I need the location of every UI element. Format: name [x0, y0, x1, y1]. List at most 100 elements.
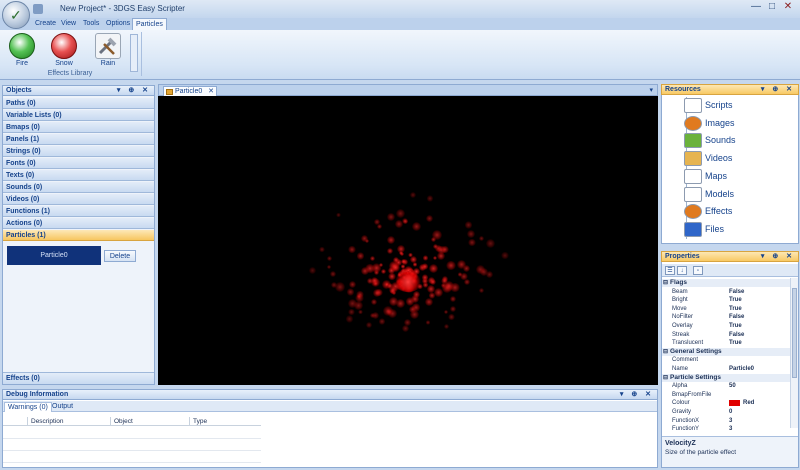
property-row[interactable]: Name Particle0 [662, 365, 790, 373]
particle-list-item[interactable]: Particle0 [7, 246, 101, 265]
property-value[interactable]: True [729, 296, 742, 304]
minimize-button[interactable]: — [748, 0, 764, 14]
particle-sprite [395, 219, 404, 228]
particle-sprite [422, 255, 429, 261]
category-texts[interactable]: Texts (0) [3, 170, 154, 181]
property-name: NoFilter [672, 314, 694, 321]
property-name: Bright [672, 297, 688, 304]
alphabetical-sort-icon[interactable]: ↓ [677, 266, 687, 275]
property-row[interactable]: Alpha 50 [662, 382, 790, 390]
property-pages-icon[interactable]: ▫ [693, 266, 703, 275]
colour-swatch[interactable] [729, 400, 740, 407]
property-row[interactable]: Streak False [662, 331, 790, 339]
scrollbar-thumb[interactable] [792, 288, 797, 378]
particle-sprite [357, 294, 362, 299]
property-value[interactable]: True [729, 339, 742, 347]
property-row[interactable]: Colour Red [662, 399, 790, 407]
particle-sprite [479, 287, 485, 293]
application-menu-button[interactable]: ✓ [2, 1, 30, 29]
collapse-icon[interactable]: ⊟ [663, 348, 668, 356]
particle-sprite [463, 265, 470, 272]
property-row[interactable]: Move True [662, 305, 790, 313]
property-row[interactable]: Comment [662, 356, 790, 364]
panel-window-buttons[interactable]: ▾ ⊕ ✕ [761, 252, 795, 262]
particle-sprite [429, 264, 439, 274]
category-fonts[interactable]: Fonts (0) [3, 158, 154, 169]
property-value[interactable]: 0 [729, 408, 732, 416]
property-value[interactable]: Particle0 [729, 365, 754, 373]
category-effects[interactable]: Effects (0) [3, 372, 154, 384]
category-particles[interactable]: Particles (1) [3, 230, 154, 241]
snow-button[interactable]: Snow [47, 33, 81, 69]
property-row[interactable]: Gravity 0 [662, 408, 790, 416]
table-grid-line [3, 462, 261, 463]
properties-scrollbar[interactable] [790, 278, 798, 428]
property-value[interactable]: 50 [729, 382, 736, 390]
panel-window-buttons[interactable]: ▾ ⊕ ✕ [761, 85, 795, 95]
particle-sprite [318, 246, 325, 253]
property-row[interactable]: Translucent True [662, 339, 790, 347]
collapse-icon[interactable]: ⊟ [663, 279, 668, 287]
category-variable-lists[interactable]: Variable Lists (0) [3, 110, 154, 121]
fire-button[interactable]: Fire [5, 33, 39, 69]
property-row[interactable]: NoFilter False [662, 313, 790, 321]
category-functions[interactable]: Functions (1) [3, 206, 154, 217]
property-row[interactable]: FunctionY 3 [662, 425, 790, 433]
collapse-icon[interactable]: ⊟ [663, 374, 668, 382]
property-value[interactable]: 3 [729, 425, 732, 433]
property-category[interactable]: ⊟ General Settings [662, 347, 790, 356]
close-window-button[interactable]: ✕ [780, 0, 796, 14]
column-object[interactable]: Object [110, 417, 188, 426]
property-value[interactable]: False [729, 288, 744, 296]
particle-sprite [405, 296, 415, 306]
category-sounds[interactable]: Sounds (0) [3, 182, 154, 193]
gallery-scroll-buttons[interactable] [130, 34, 138, 72]
panel-window-buttons[interactable]: ▾ ⊕ ✕ [117, 86, 151, 96]
particle-doc-icon [166, 89, 173, 95]
tab-particles[interactable]: Particles [132, 18, 167, 30]
property-row[interactable]: Bright True [662, 296, 790, 304]
property-value[interactable]: True [729, 322, 742, 330]
property-value[interactable]: False [729, 331, 744, 339]
property-row[interactable]: BmapFromFile [662, 391, 790, 399]
property-category[interactable]: ⊟ Particle Settings [662, 373, 790, 382]
tab-options[interactable]: Options [103, 18, 133, 30]
debug-information-panel: Debug Information ▾ ⊕ ✕ Warnings (0) Out… [2, 389, 658, 468]
category-videos[interactable]: Videos (0) [3, 194, 154, 205]
maximize-button[interactable]: □ [764, 0, 780, 14]
particle-sprite [500, 251, 509, 260]
category-strings[interactable]: Strings (0) [3, 146, 154, 157]
property-value[interactable]: 3 [729, 417, 732, 425]
property-value[interactable]: False [729, 313, 744, 321]
tab-warnings[interactable]: Warnings (0) [4, 402, 52, 412]
rain-button[interactable]: Rain [91, 33, 125, 69]
particle-sprite [428, 291, 436, 299]
tab-view[interactable]: View [58, 18, 79, 30]
resource-label: Videos [705, 153, 733, 164]
property-category[interactable]: ⊟ Flags [662, 279, 790, 287]
column-description[interactable]: Description [27, 417, 109, 426]
categorized-view-icon[interactable]: ☰ [665, 266, 675, 275]
particle-sprite [400, 258, 406, 264]
tab-create[interactable]: Create [32, 18, 59, 30]
document-list-dropdown[interactable]: ▾ [649, 86, 653, 94]
snow-label: Snow [55, 60, 73, 67]
tab-tools[interactable]: Tools [80, 18, 102, 30]
category-actions[interactable]: Actions (0) [3, 218, 154, 229]
property-row[interactable]: Beam False [662, 288, 790, 296]
quick-access-toolbar[interactable] [33, 4, 43, 14]
property-value[interactable]: True [729, 305, 742, 313]
property-value[interactable]: Red [743, 399, 754, 407]
property-name: Translucent [672, 340, 704, 347]
tab-output[interactable]: Output [49, 402, 76, 412]
category-paths[interactable]: Paths (0) [3, 98, 154, 109]
category-bmaps[interactable]: Bmaps (0) [3, 122, 154, 133]
panel-window-buttons[interactable]: ▾ ⊕ ✕ [620, 390, 654, 400]
column-type[interactable]: Type [189, 417, 261, 426]
particle-preview-canvas[interactable] [158, 96, 658, 385]
particle-sprite [376, 224, 382, 229]
delete-button[interactable]: Delete [104, 250, 136, 262]
property-row[interactable]: Overlay True [662, 322, 790, 330]
property-row[interactable]: FunctionX 3 [662, 417, 790, 425]
category-panels[interactable]: Panels (1) [3, 134, 154, 145]
